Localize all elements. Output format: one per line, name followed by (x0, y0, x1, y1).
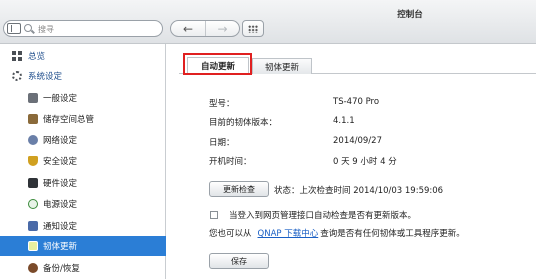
sidebar-item-label: 储存空间总管 (43, 115, 95, 125)
download-center-info: 您也可以从 QNAP 下载中心 查询是否有任何韧体或工具程序更新。 (209, 227, 465, 239)
sidebar-item-label: 网络设定 (43, 136, 78, 146)
sidebar-item-hardware[interactable]: 硬件设定 (0, 173, 166, 193)
tab-highlight-box (183, 53, 252, 75)
auto-check-checkbox[interactable] (210, 211, 218, 219)
grid-icon (12, 51, 22, 61)
sidebar-item-label: 系统设定 (28, 72, 63, 82)
model-value: TS-470 Pro (333, 97, 380, 107)
save-button[interactable]: 保存 (209, 253, 269, 269)
sidebar-item-label: 安全设定 (43, 157, 78, 167)
search-icon (24, 24, 32, 32)
apps-button[interactable] (242, 20, 264, 37)
general-settings-icon (28, 93, 38, 103)
gear-icon (12, 71, 22, 81)
window-title: 控制台 (397, 10, 423, 20)
date-label: 日期： (209, 138, 235, 148)
hardware-icon (28, 178, 38, 188)
notification-icon (28, 221, 38, 231)
sidebar-item-label: 通知设定 (43, 222, 78, 232)
info-suffix: 查询是否有任何韧体或工具程序更新。 (320, 229, 465, 239)
sidebar-item-system-settings[interactable]: 系统设定 (0, 66, 166, 86)
back-button[interactable]: ← (171, 21, 205, 36)
network-icon (28, 135, 38, 145)
uptime-value: 0 天 9 小时 4 分 (333, 157, 397, 167)
sidebar-item-overview[interactable]: 总览 (0, 46, 166, 66)
sidebar-item-power[interactable]: 电源设定 (0, 194, 166, 214)
sidebar-item-firmware-update[interactable]: 韧体更新 (0, 236, 166, 256)
storage-icon (28, 114, 38, 124)
sidebar-toggle-icon[interactable] (7, 23, 21, 34)
auto-check-label: 当登入到网页管理接口自动检查是否有更新版本。 (229, 211, 417, 221)
grid-icon (248, 25, 258, 33)
info-prefix: 您也可以从 (209, 229, 252, 239)
tab-firmware-update[interactable]: 韧体更新 (252, 58, 312, 74)
sidebar-item-general[interactable]: 一般设定 (0, 88, 166, 108)
forward-button[interactable]: → (204, 21, 239, 36)
shield-icon (28, 156, 38, 166)
search-box[interactable] (3, 20, 163, 37)
date-value: 2014/09/27 (333, 136, 382, 146)
sidebar-item-label: 韧体更新 (43, 242, 78, 252)
main-panel: 自动更新 韧体更新 型号： TS-470 Pro 目前的韧体版本： 4.1.1 … (167, 44, 536, 279)
sidebar-item-backup-restore[interactable]: 备份/恢复 (0, 258, 166, 278)
last-check-status: 状态：上次检查时间 2014/10/03 19:59:06 (274, 186, 444, 196)
nav-buttons: ← → (170, 20, 240, 37)
firmware-version-label: 目前的韧体版本： (209, 118, 278, 128)
qnap-download-center-link[interactable]: QNAP 下载中心 (258, 229, 319, 239)
sidebar-item-label: 一般设定 (43, 94, 78, 104)
power-icon (28, 199, 38, 209)
uptime-label: 开机时间： (209, 157, 252, 167)
sidebar: 总览 系统设定 一般设定 储存空间总管 网络设定 安全设定 硬件设定 电源设定 … (0, 44, 166, 279)
sidebar-item-network[interactable]: 网络设定 (0, 130, 166, 150)
firmware-version-value: 4.1.1 (333, 116, 355, 126)
sidebar-item-storage[interactable]: 储存空间总管 (0, 109, 166, 129)
search-input[interactable] (38, 23, 158, 35)
sidebar-item-notification[interactable]: 通知设定 (0, 216, 166, 236)
sidebar-item-label: 备份/恢复 (43, 264, 80, 274)
sidebar-item-security[interactable]: 安全设定 (0, 151, 166, 171)
sidebar-item-label: 硬件设定 (43, 179, 78, 189)
sidebar-item-label: 总览 (28, 52, 46, 62)
firmware-icon (28, 241, 38, 251)
check-update-button[interactable]: 更新检查 (209, 181, 269, 197)
top-toolbar: 控制台 ← → (0, 0, 536, 44)
model-label: 型号： (209, 99, 235, 109)
sidebar-item-label: 电源设定 (43, 200, 78, 210)
backup-icon (28, 263, 38, 273)
